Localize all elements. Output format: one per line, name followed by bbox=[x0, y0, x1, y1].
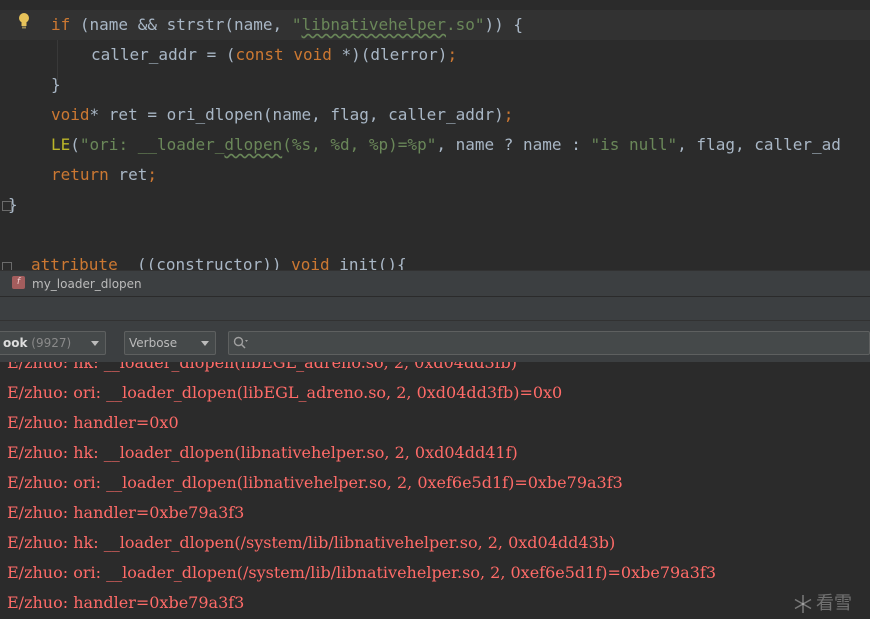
code-editor[interactable]: if (name && strstr(name, "libnativehelpe… bbox=[0, 0, 870, 270]
chevron-down-icon bbox=[91, 341, 99, 346]
function-icon: f bbox=[12, 276, 25, 289]
breadcrumb-item-function[interactable]: my_loader_dlopen bbox=[32, 271, 142, 297]
snowflake-icon bbox=[794, 595, 812, 613]
code-line: LE("ori: __loader_dlopen(%s, %d, %p)=%p"… bbox=[51, 135, 841, 154]
tool-window-header bbox=[0, 296, 870, 321]
process-name: ook bbox=[3, 336, 28, 350]
code-line: return ret; bbox=[51, 165, 157, 184]
log-line: E/zhuo: ori: __loader_dlopen(libEGL_adre… bbox=[7, 383, 563, 402]
fold-marker-icon[interactable] bbox=[2, 262, 12, 270]
process-pid: (9927) bbox=[31, 336, 72, 350]
log-line: E/zhuo: hk: __loader_dlopen(libEGL_adren… bbox=[7, 362, 518, 372]
logcat-toolbar: ook (9927) Verbose bbox=[0, 320, 870, 363]
lightbulb-icon[interactable] bbox=[17, 12, 31, 30]
chevron-down-icon bbox=[201, 341, 209, 346]
log-line: E/zhuo: hk: __loader_dlopen(/system/lib/… bbox=[7, 533, 616, 552]
watermark: 看雪 bbox=[793, 589, 852, 615]
code-line: if (name && strstr(name, "libnativehelpe… bbox=[51, 15, 524, 34]
code-line: attribute ((constructor)) void init(){ bbox=[31, 255, 407, 270]
search-icon bbox=[233, 336, 248, 349]
log-line: E/zhuo: hk: __loader_dlopen(libnativehel… bbox=[7, 443, 518, 462]
logcat-search-input[interactable] bbox=[228, 331, 870, 355]
code-line: } bbox=[51, 75, 61, 94]
log-line: E/zhuo: handler=0x0 bbox=[7, 413, 179, 432]
log-level-value: Verbose bbox=[129, 336, 178, 350]
process-select[interactable]: ook (9927) bbox=[0, 331, 106, 355]
log-level-select[interactable]: Verbose bbox=[124, 331, 216, 355]
log-line: E/zhuo: handler=0xbe79a3f3 bbox=[7, 503, 245, 522]
code-line: void* ret = ori_dlopen(name, flag, calle… bbox=[51, 105, 514, 124]
log-line: E/zhuo: handler=0xbe79a3f3 bbox=[7, 593, 245, 612]
watermark-text: 看雪 bbox=[816, 593, 852, 614]
logcat-output[interactable]: E/zhuo: hk: __loader_dlopen(libEGL_adren… bbox=[0, 362, 870, 619]
log-line: E/zhuo: ori: __loader_dlopen(libnativehe… bbox=[7, 473, 623, 492]
breadcrumb: f my_loader_dlopen bbox=[0, 270, 870, 297]
log-line: E/zhuo: ori: __loader_dlopen(/system/lib… bbox=[7, 563, 716, 582]
code-line: } bbox=[8, 195, 18, 214]
code-line: caller_addr = (const void *)(dlerror); bbox=[91, 45, 458, 64]
